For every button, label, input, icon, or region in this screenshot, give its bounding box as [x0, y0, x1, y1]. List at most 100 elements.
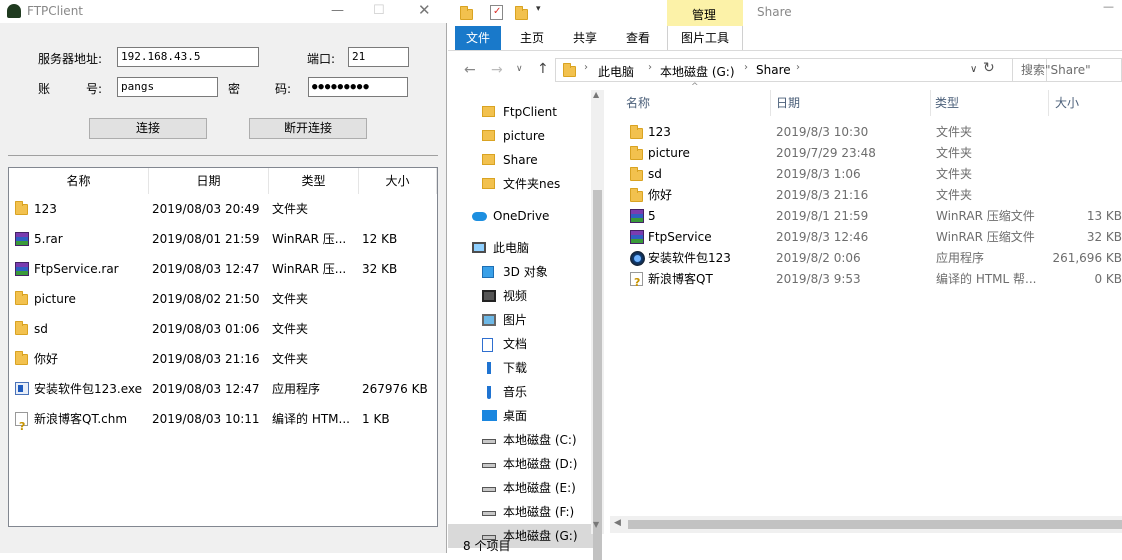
- folder-icon: [15, 291, 28, 305]
- col-size[interactable]: 大小: [1055, 93, 1079, 113]
- back-arrow-icon[interactable]: ←: [464, 62, 476, 78]
- file-row[interactable]: 新浪博客QT 2019/8/3 9:53 编译的 HTML 帮... 0 KB: [618, 269, 1122, 293]
- ftp-list-item[interactable]: 123 2019/08/03 20:49 文件夹: [9, 194, 437, 224]
- nav-item[interactable]: 图片: [448, 308, 593, 332]
- recent-dropdown-icon[interactable]: ∨: [516, 64, 523, 74]
- account-input[interactable]: pangs: [117, 77, 218, 97]
- tab-file[interactable]: 文件: [455, 26, 501, 50]
- nav-item[interactable]: 3D 对象: [448, 260, 593, 284]
- ftp-title-bar[interactable]: FTPClient — ☐ ✕: [0, 0, 447, 23]
- nav-item[interactable]: 本地磁盘 (D:): [448, 452, 593, 476]
- breadcrumb-chevron-icon[interactable]: ›: [648, 62, 652, 73]
- tab-home[interactable]: 主页: [512, 26, 552, 50]
- ftp-col-type[interactable]: 类型: [269, 168, 359, 194]
- exe2-icon: [630, 251, 645, 266]
- ftp-list-item[interactable]: 安装软件包123.exe 2019/08/03 12:47 应用程序 267976 K…: [9, 374, 437, 404]
- nav-item-label: 本地磁盘 (G:): [503, 529, 578, 543]
- address-bar[interactable]: › 此电脑 › 本地磁盘 (G:) › Share › ∨: [555, 58, 1047, 82]
- ftp-list-item[interactable]: 你好 2019/08/03 21:16 文件夹: [9, 344, 437, 374]
- ftp-col-date[interactable]: 日期: [149, 168, 269, 194]
- folder-icon: [482, 106, 495, 117]
- file-row[interactable]: 123 2019/8/3 10:30 文件夹: [618, 122, 1122, 143]
- nav-item-label: picture: [503, 129, 545, 143]
- file-type: 文件夹: [936, 125, 973, 139]
- minimize-icon[interactable]: —: [331, 3, 344, 18]
- ftp-row-name: 安装软件包123.exe: [34, 382, 143, 396]
- tab-view[interactable]: 查看: [618, 26, 658, 50]
- drive-icon: [482, 439, 496, 444]
- disconnect-button[interactable]: 断开连接: [249, 118, 367, 139]
- ftp-file-list[interactable]: 名称 日期 类型 大小 123 2019/08/03 20:49 文件夹 5.rar 2…: [8, 167, 438, 527]
- close-icon[interactable]: ✕: [418, 1, 431, 19]
- server-input[interactable]: 192.168.43.5: [117, 47, 259, 67]
- account-label-a: 账: [38, 82, 51, 96]
- address-dropdown-icon[interactable]: ∨: [970, 64, 977, 75]
- nav-item[interactable]: Share: [448, 148, 593, 172]
- properties-icon[interactable]: ✓: [490, 5, 503, 20]
- nav-item[interactable]: 此电脑: [448, 236, 593, 260]
- nav-item[interactable]: 桌面: [448, 404, 593, 428]
- file-row[interactable]: FtpService 2019/8/3 12:46 WinRAR 压缩文件 32 KB: [618, 227, 1122, 248]
- horizontal-scrollbar[interactable]: ◀: [610, 516, 1122, 533]
- up-arrow-icon[interactable]: ↑: [537, 61, 549, 77]
- password-input[interactable]: ●●●●●●●●●: [308, 77, 408, 97]
- file-row[interactable]: 安装软件包123 2019/8/2 0:06 应用程序 261,696 KB: [618, 248, 1122, 269]
- breadcrumb-item[interactable]: Share: [756, 63, 791, 77]
- picture-icon: [482, 314, 496, 326]
- new-folder-icon[interactable]: [515, 6, 528, 20]
- manage-tab[interactable]: 管理: [667, 0, 743, 26]
- nav-item[interactable]: picture: [448, 124, 593, 148]
- scroll-left-icon[interactable]: ◀: [614, 518, 621, 528]
- breadcrumb-item[interactable]: 本地磁盘 (G:): [660, 63, 735, 80]
- forward-arrow-icon[interactable]: →: [491, 62, 503, 78]
- minimize-icon[interactable]: —: [1103, 0, 1114, 13]
- tab-picture-tools[interactable]: 图片工具: [667, 26, 743, 50]
- port-input[interactable]: 21: [348, 47, 409, 67]
- quick-access-dropdown-icon[interactable]: ▾: [536, 4, 541, 14]
- search-input[interactable]: 搜索"Share": [1012, 58, 1122, 82]
- drive-icon: [482, 511, 496, 516]
- scroll-down-icon[interactable]: ▼: [593, 520, 599, 529]
- nav-item[interactable]: OneDrive: [448, 204, 593, 228]
- breadcrumb-chevron-icon[interactable]: ›: [584, 62, 588, 73]
- scroll-thumb[interactable]: [593, 190, 602, 560]
- h-scroll-thumb[interactable]: [628, 520, 1122, 529]
- scroll-up-icon[interactable]: ▲: [593, 90, 599, 99]
- ftp-col-name[interactable]: 名称: [9, 168, 149, 194]
- ftp-list-item[interactable]: sd 2019/08/03 01:06 文件夹: [9, 314, 437, 344]
- file-row[interactable]: sd 2019/8/3 1:06 文件夹: [618, 164, 1122, 185]
- file-row[interactable]: 5 2019/8/1 21:59 WinRAR 压缩文件 13 KB: [618, 206, 1122, 227]
- folder-icon: [482, 130, 495, 141]
- nav-item[interactable]: 视频: [448, 284, 593, 308]
- ftp-list-item[interactable]: 新浪博客QT.chm 2019/08/03 10:11 编译的 HTM... 1 KB: [9, 404, 437, 442]
- breadcrumb-chevron-icon[interactable]: ›: [796, 62, 800, 73]
- nav-item[interactable]: 文件夹nes: [448, 172, 593, 196]
- maximize-icon[interactable]: ☐: [373, 3, 385, 18]
- nav-item[interactable]: 下载: [448, 356, 593, 380]
- nav-item[interactable]: 音乐: [448, 380, 593, 404]
- nav-scrollbar[interactable]: ▲ ▼: [591, 90, 604, 560]
- ftp-list-item[interactable]: picture 2019/08/02 21:50 文件夹: [9, 284, 437, 314]
- server-label: 服务器地址:: [38, 52, 103, 66]
- folder-icon: [15, 351, 28, 365]
- ftp-list-item[interactable]: FtpService.rar 2019/08/03 12:47 WinRAR 压..…: [9, 254, 437, 284]
- file-row[interactable]: 你好 2019/8/3 21:16 文件夹: [618, 185, 1122, 206]
- ftp-col-size[interactable]: 大小: [359, 168, 437, 194]
- tab-share[interactable]: 共享: [565, 26, 605, 50]
- col-type[interactable]: 类型: [935, 93, 959, 113]
- refresh-icon[interactable]: ↻: [983, 60, 995, 76]
- nav-item[interactable]: 本地磁盘 (C:): [448, 428, 593, 452]
- breadcrumb-chevron-icon[interactable]: ›: [744, 62, 748, 73]
- col-date[interactable]: 日期: [776, 93, 800, 113]
- connect-button[interactable]: 连接: [89, 118, 207, 139]
- nav-item[interactable]: FtpClient: [448, 100, 593, 124]
- nav-item[interactable]: 文档: [448, 332, 593, 356]
- col-name[interactable]: 名称: [626, 93, 650, 113]
- nav-item[interactable]: 本地磁盘 (E:): [448, 476, 593, 500]
- nav-item[interactable]: 本地磁盘 (F:): [448, 500, 593, 524]
- ftp-list-item[interactable]: 5.rar 2019/08/01 21:59 WinRAR 压... 12 KB: [9, 224, 437, 254]
- ftp-row-size: 1 KB: [362, 412, 390, 426]
- breadcrumb-item[interactable]: 此电脑: [598, 63, 634, 80]
- file-row[interactable]: picture 2019/7/29 23:48 文件夹: [618, 143, 1122, 164]
- app-icon: [7, 4, 21, 18]
